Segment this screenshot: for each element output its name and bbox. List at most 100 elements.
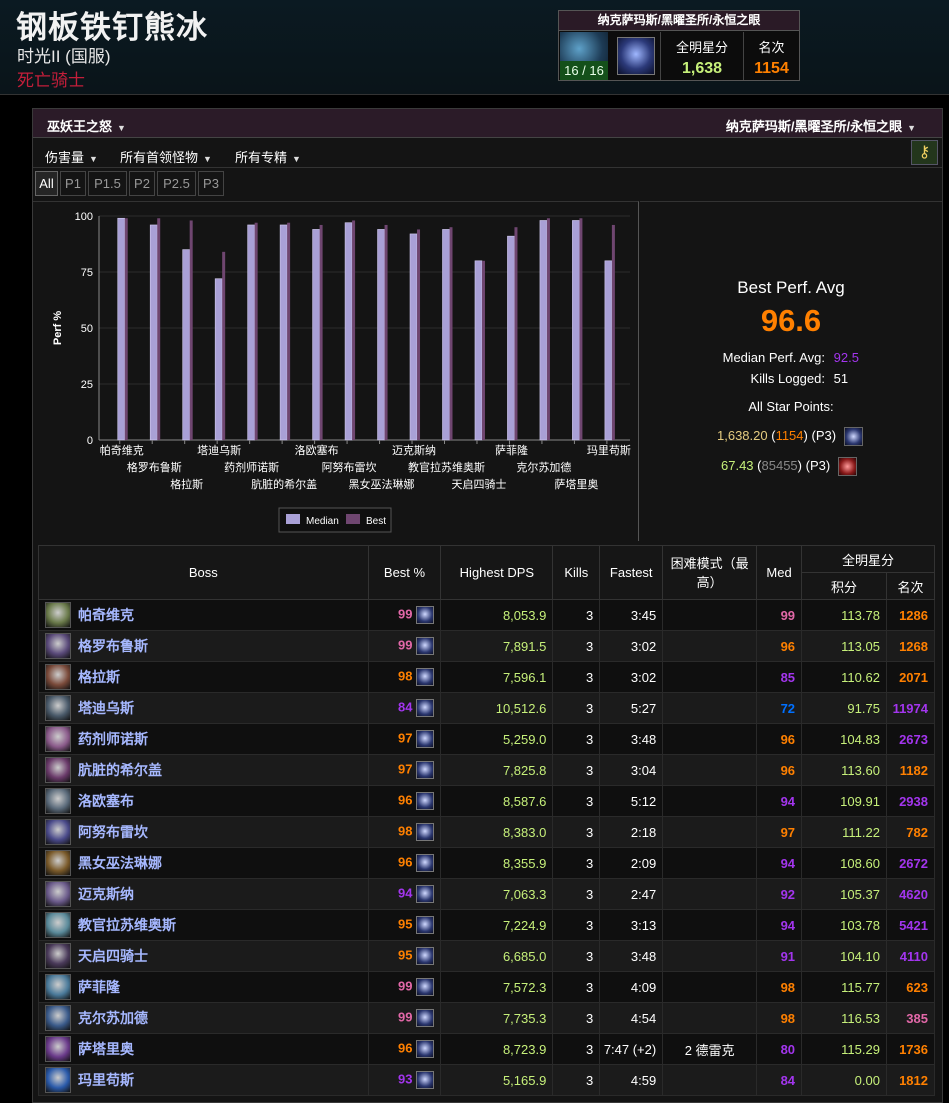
boss-name[interactable]: 洛欧塞布 — [78, 793, 134, 809]
table-row[interactable]: 格拉斯 98 7,596.1 3 3:02 85 110.62 2071 — [38, 661, 936, 693]
boss-cell[interactable]: 天启四骑士 — [38, 940, 369, 972]
kills: 3 — [552, 692, 601, 724]
median-bar — [377, 229, 385, 441]
best-percent: 97 — [397, 761, 413, 777]
best-bar — [611, 224, 615, 440]
all-star-rank: 11974 — [885, 692, 936, 724]
tab-phase-p1-5[interactable]: P1.5 — [88, 171, 127, 196]
boss-dropdown[interactable]: 所有首领怪物 ▼ — [120, 147, 212, 166]
expansion-dropdown[interactable]: 巫妖王之怒 ▼ — [47, 116, 126, 135]
col-kills[interactable]: Kills — [552, 545, 601, 600]
table-row[interactable]: 天启四骑士 95 6,685.0 3 3:48 91 104.10 4110 — [38, 940, 936, 972]
table-row[interactable]: 克尔苏加德 99 7,735.3 3 4:54 98 116.53 385 — [38, 1002, 936, 1034]
tab-phase-p2-5[interactable]: P2.5 — [157, 171, 196, 196]
fastest: 5:12 — [599, 785, 664, 817]
all-star-rank: 1286 — [885, 599, 936, 631]
boss-cell[interactable]: 迈克斯纳 — [38, 878, 369, 910]
boss-cell[interactable]: 玛里苟斯 — [38, 1064, 369, 1096]
kills: 3 — [552, 909, 601, 941]
median-bar — [312, 229, 320, 441]
boss-name[interactable]: 黑女巫法琳娜 — [78, 855, 162, 871]
boss-name[interactable]: 迈克斯纳 — [78, 886, 134, 902]
table-row[interactable]: 玛里苟斯 93 5,165.9 3 4:59 84 0.00 1812 — [38, 1064, 936, 1096]
fastest: 3:04 — [599, 754, 664, 786]
col-dps[interactable]: Highest DPS — [440, 545, 554, 600]
table-row[interactable]: 迈克斯纳 94 7,063.3 3 2:47 92 105.37 4620 — [38, 878, 936, 910]
all-star-rank: 2672 — [885, 847, 936, 879]
boss-cell[interactable]: 黑女巫法琳娜 — [38, 847, 369, 879]
boss-cell[interactable]: 萨塔里奥 — [38, 1033, 369, 1065]
server-name[interactable]: 时光II (国服) — [17, 42, 111, 67]
col-best[interactable]: Best % — [367, 545, 442, 600]
boss-cell[interactable]: 药剂师诺斯 — [38, 723, 369, 755]
table-row[interactable]: 教官拉苏维奥斯 95 7,224.9 3 3:13 94 103.78 5421 — [38, 909, 936, 941]
boss-portrait-icon — [45, 602, 71, 628]
tab-phase-p1[interactable]: P1 — [60, 171, 86, 196]
tab-phase-p3[interactable]: P3 — [198, 171, 224, 196]
boss-cell[interactable]: 格拉斯 — [38, 661, 369, 693]
best-bar — [481, 260, 485, 440]
boss-name[interactable]: 肮脏的希尔盖 — [78, 762, 162, 778]
boss-name[interactable]: 塔迪乌斯 — [78, 700, 134, 716]
boss-cell[interactable]: 阿努布雷坎 — [38, 816, 369, 848]
table-row[interactable]: 肮脏的希尔盖 97 7,825.8 3 3:04 96 113.60 1182 — [38, 754, 936, 786]
table-row[interactable]: 黑女巫法琳娜 96 8,355.9 3 2:09 94 108.60 2672 — [38, 847, 936, 879]
all-star-points: 105.37 — [801, 878, 887, 910]
median-perf-value: 92.5 — [833, 350, 859, 365]
filter-bar: 伤害量 ▼ 所有首领怪物 ▼ 所有专精 ▼ ⚷ — [33, 139, 942, 168]
boss-name[interactable]: 阿努布雷坎 — [78, 824, 148, 840]
col-median[interactable]: Med — [756, 545, 803, 600]
boss-cell[interactable]: 塔迪乌斯 — [38, 692, 369, 724]
boss-name[interactable]: 药剂师诺斯 — [78, 731, 148, 747]
table-row[interactable]: 阿努布雷坎 98 8,383.0 3 2:18 97 111.22 782 — [38, 816, 936, 848]
boss-name[interactable]: 教官拉苏维奥斯 — [78, 917, 176, 933]
table-row[interactable]: 帕奇维克 99 8,053.9 3 3:45 99 113.78 1286 — [38, 599, 936, 631]
boss-name[interactable]: 天启四骑士 — [78, 948, 148, 964]
col-rank[interactable]: 名次 — [885, 572, 936, 600]
metric-dropdown[interactable]: 伤害量 ▼ — [45, 147, 98, 166]
boss-cell[interactable]: 帕奇维克 — [38, 599, 369, 631]
highest-dps: 8,723.9 — [440, 1033, 554, 1065]
highest-dps: 6,685.0 — [440, 940, 554, 972]
table-row[interactable]: 洛欧塞布 96 8,587.6 3 5:12 94 109.91 2938 — [38, 785, 936, 817]
boss-name[interactable]: 帕奇维克 — [78, 607, 134, 623]
tab-phase-all[interactable]: All — [35, 171, 58, 196]
best-cell: 98 — [367, 661, 442, 693]
table-row[interactable]: 萨塔里奥 96 8,723.9 3 7:47 (+2) 2 德雷克 80 115.29 1736 — [38, 1033, 936, 1065]
median-bar — [474, 260, 483, 441]
fastest: 2:47 — [599, 878, 664, 910]
boss-name[interactable]: 格拉斯 — [78, 669, 120, 685]
boss-cell[interactable]: 格罗布鲁斯 — [38, 630, 369, 662]
col-fastest[interactable]: Fastest — [599, 545, 664, 600]
key-icon[interactable]: ⚷ — [911, 140, 938, 165]
table-row[interactable]: 萨菲隆 99 7,572.3 3 4:09 98 115.77 623 — [38, 971, 936, 1003]
boss-name[interactable]: 萨塔里奥 — [78, 1041, 134, 1057]
frost-skull-icon — [416, 854, 435, 872]
boss-cell[interactable]: 萨菲隆 — [38, 971, 369, 1003]
col-points[interactable]: 积分 — [801, 572, 887, 600]
table-row[interactable]: 塔迪乌斯 84 10,512.6 3 5:27 72 91.75 11974 — [38, 692, 936, 724]
boss-name[interactable]: 格罗布鲁斯 — [78, 638, 148, 654]
boss-cell[interactable]: 克尔苏加德 — [38, 1002, 369, 1034]
median-percent: 98 — [756, 1002, 803, 1034]
x-tick-label: 肮脏的希尔盖 — [251, 477, 317, 491]
boss-name[interactable]: 萨菲隆 — [78, 979, 120, 995]
boss-cell[interactable]: 肮脏的希尔盖 — [38, 754, 369, 786]
boss-cell[interactable]: 洛欧塞布 — [38, 785, 369, 817]
table-row[interactable]: 药剂师诺斯 97 5,259.0 3 3:48 96 104.83 2673 — [38, 723, 936, 755]
col-boss[interactable]: Boss — [38, 545, 369, 600]
table-row[interactable]: 格罗布鲁斯 99 7,891.5 3 3:02 96 113.05 1268 — [38, 630, 936, 662]
tab-phase-p2[interactable]: P2 — [129, 171, 155, 196]
boss-cell[interactable]: 教官拉苏维奥斯 — [38, 909, 369, 941]
best-cell: 95 — [367, 909, 442, 941]
boss-name[interactable]: 玛里苟斯 — [78, 1072, 134, 1088]
spec-dropdown[interactable]: 所有专精 ▼ — [235, 147, 301, 166]
hard-mode — [662, 971, 758, 1003]
median-bar — [539, 220, 548, 441]
best-cell: 97 — [367, 754, 442, 786]
col-hard-mode[interactable]: 困难模式（最高） — [662, 545, 758, 600]
all-star-points: 115.29 — [801, 1033, 887, 1065]
boss-portrait-icon — [45, 881, 71, 907]
zone-dropdown[interactable]: 纳克萨玛斯/黑曜圣所/永恒之眼 ▼ — [726, 116, 916, 135]
boss-name[interactable]: 克尔苏加德 — [78, 1010, 148, 1026]
